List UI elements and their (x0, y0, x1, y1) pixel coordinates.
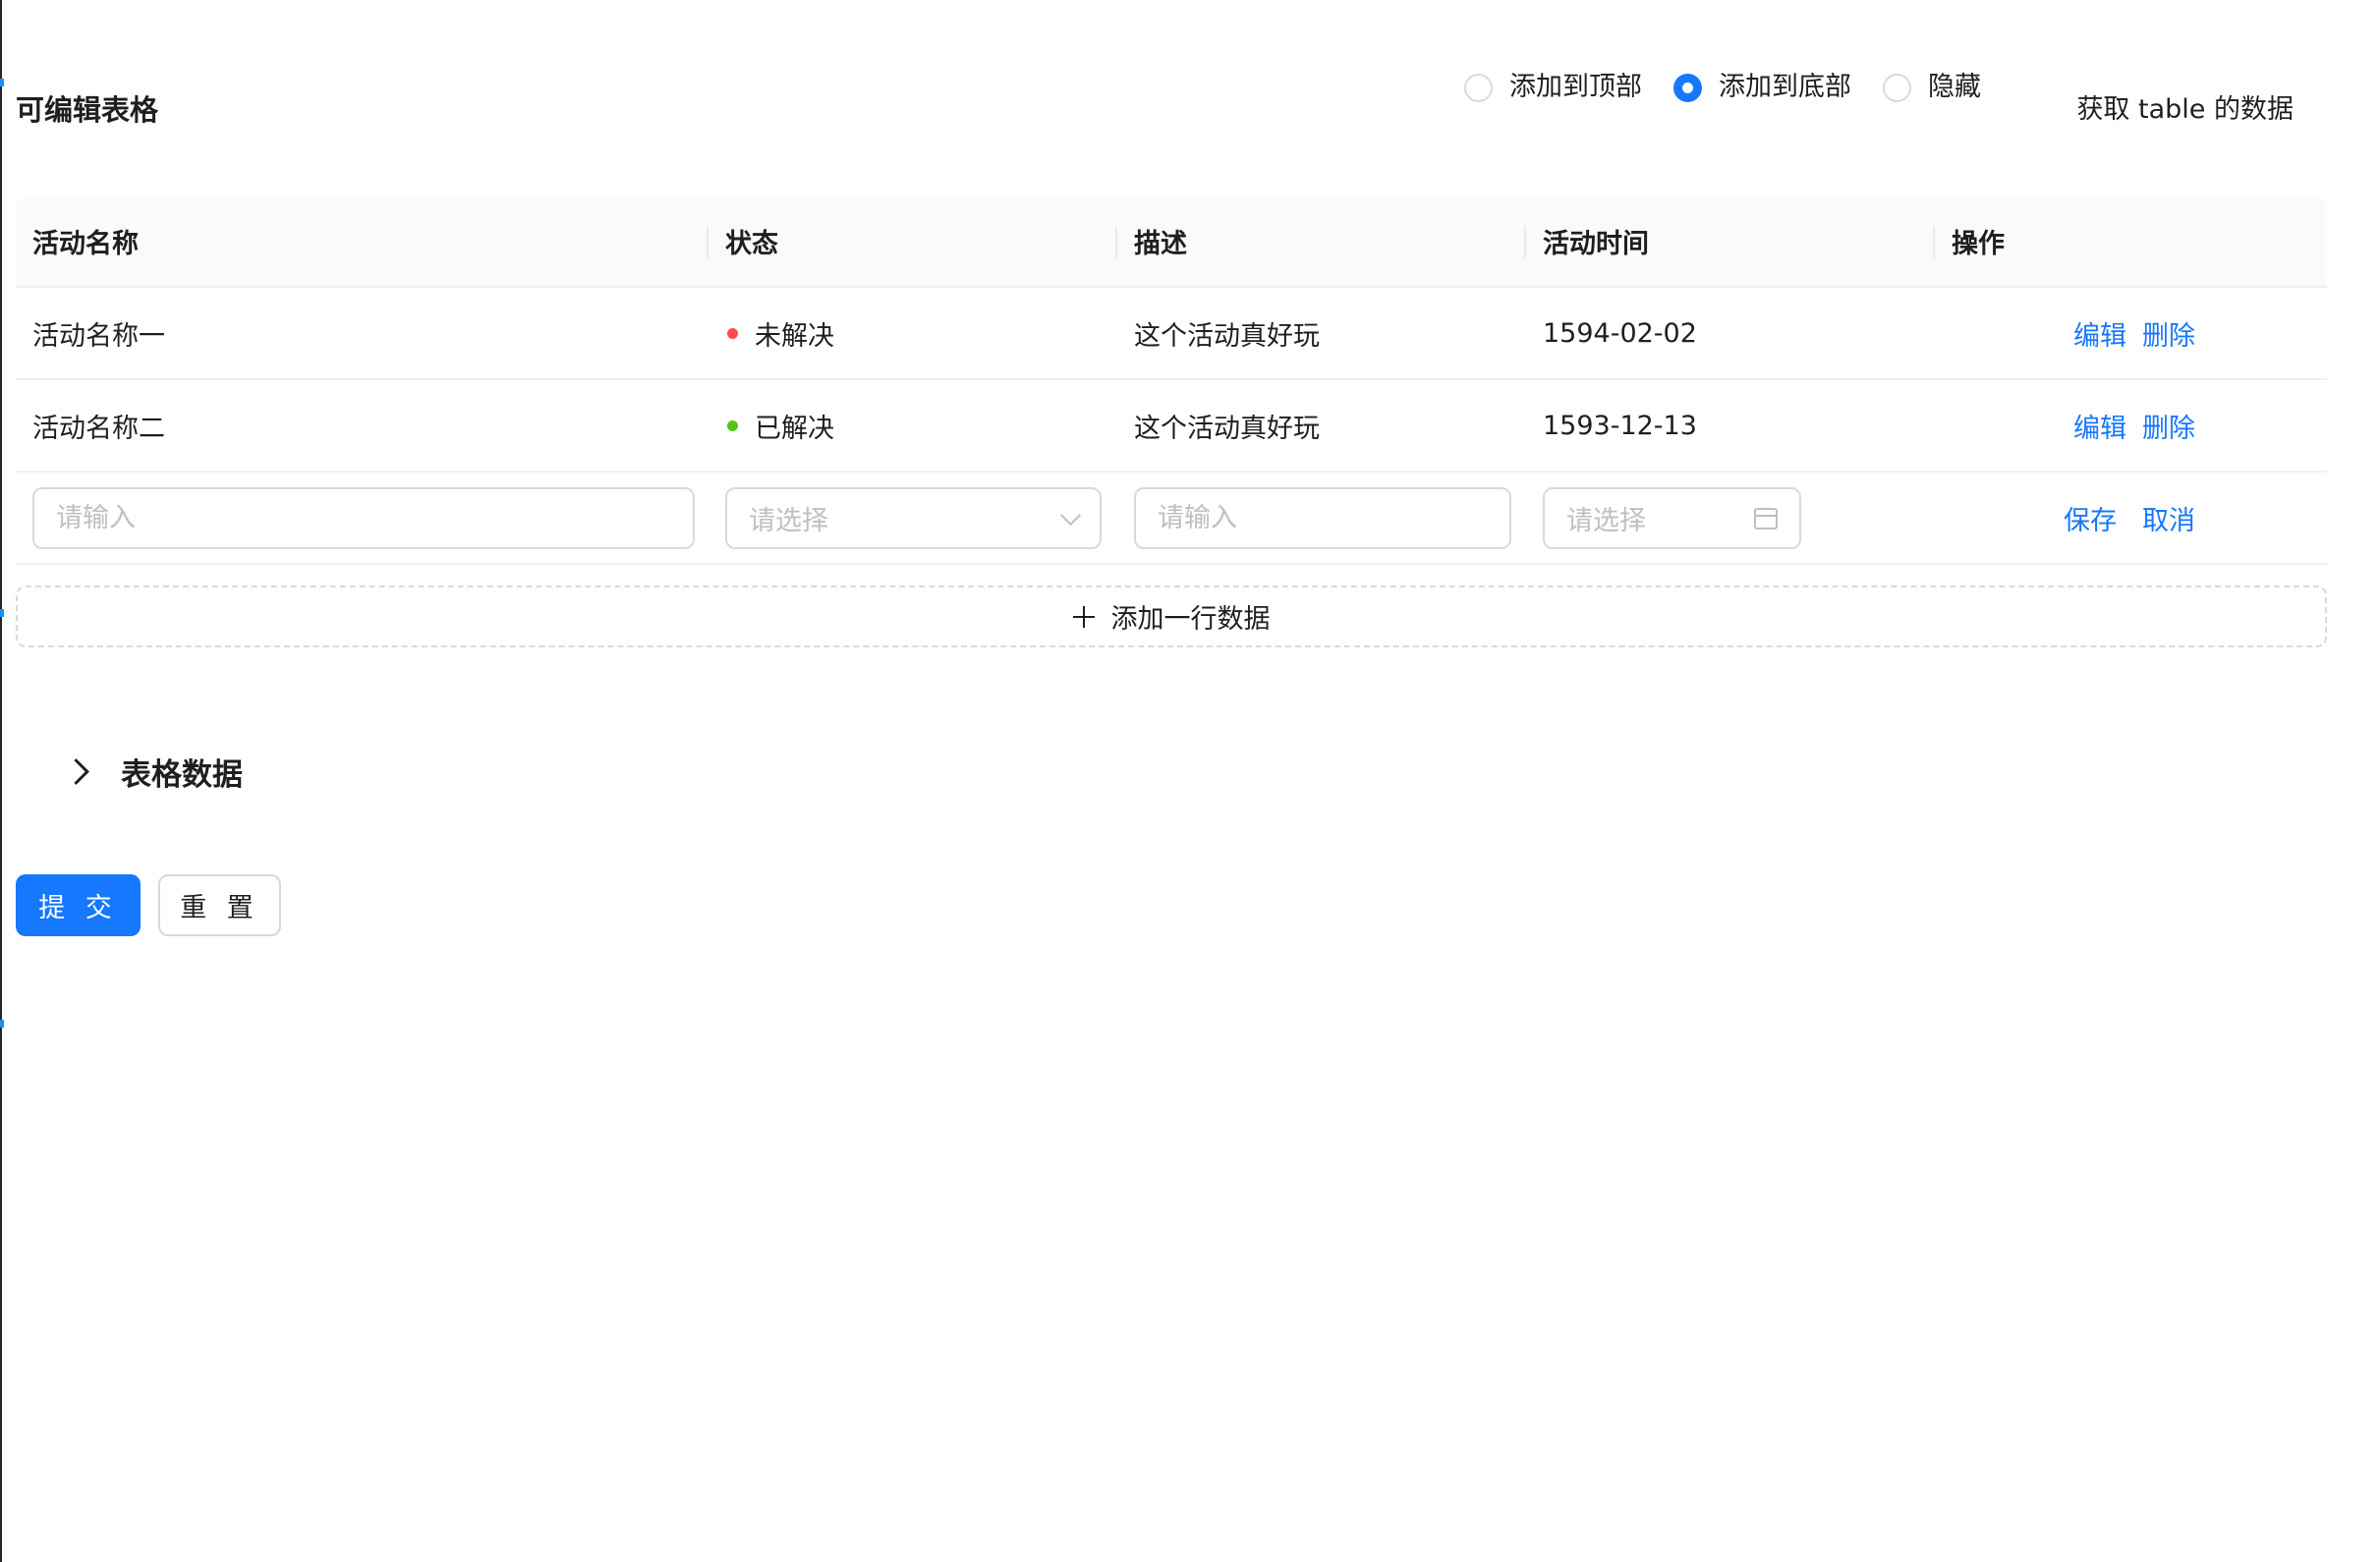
column-header-description: 描述 (1117, 196, 1526, 286)
radio-hide[interactable]: 隐藏 (1883, 65, 1981, 110)
date-placeholder: 请选择 (1566, 505, 1646, 536)
window-edge (0, 0, 2, 1562)
select-placeholder: 请选择 (749, 505, 828, 536)
chevron-down-icon (1059, 504, 1082, 527)
table-data-collapse-header[interactable]: 表格数据 (63, 747, 243, 796)
status-dot-icon (727, 327, 738, 339)
status-text: 已解决 (755, 413, 834, 444)
column-header-name: 活动名称 (16, 196, 708, 286)
collapse-title: 表格数据 (121, 756, 243, 793)
name-input[interactable] (32, 486, 695, 549)
submit-button[interactable]: 提 交 (16, 874, 141, 936)
delete-link[interactable]: 删除 (2142, 314, 2195, 353)
column-header-status: 状态 (708, 196, 1117, 286)
edge-marker (0, 79, 4, 86)
radio-add-to-bottom[interactable]: 添加到底部 (1673, 65, 1851, 110)
save-link[interactable]: 保存 (2064, 499, 2117, 537)
radio-label: 添加到顶部 (1509, 72, 1642, 102)
editing-row: 请选择 请选择 保存 取消 (16, 473, 2327, 565)
cell-description: 这个活动真好玩 (1134, 413, 1320, 444)
edge-marker (0, 609, 4, 617)
page-title: 可编辑表格 (16, 93, 159, 127)
status-select[interactable]: 请选择 (725, 486, 1102, 549)
cell-name: 活动名称二 (32, 413, 165, 444)
cancel-link[interactable]: 取消 (2142, 499, 2195, 537)
edge-marker (0, 1020, 4, 1028)
cell-status: 未解决 (708, 288, 1117, 378)
radio-label: 隐藏 (1928, 72, 1981, 102)
radio-button-icon[interactable] (1464, 73, 1493, 102)
get-table-data-button[interactable]: 获取 table 的数据 (2076, 87, 2294, 133)
add-row-label: 添加一行数据 (1110, 604, 1271, 635)
table-header: 活动名称 状态 描述 活动时间 操作 (16, 196, 2327, 288)
edit-link[interactable]: 编辑 (2073, 314, 2126, 353)
status-dot-icon (727, 419, 738, 431)
description-input[interactable] (1134, 486, 1511, 549)
position-radio-group: 添加到顶部 添加到底部 隐藏 (1464, 65, 2012, 110)
delete-link[interactable]: 删除 (2142, 407, 2195, 445)
cell-actions: 编辑 删除 (1935, 288, 2327, 378)
reset-button[interactable]: 重 置 (158, 874, 281, 936)
date-picker[interactable]: 请选择 (1543, 486, 1801, 549)
chevron-right-icon[interactable] (63, 757, 89, 785)
cell-date-editor: 请选择 (1526, 473, 1935, 563)
column-header-time: 活动时间 (1526, 196, 1935, 286)
column-header-actions: 操作 (1952, 229, 2005, 259)
edit-link[interactable]: 编辑 (2073, 407, 2126, 445)
plus-icon (1072, 605, 1095, 628)
add-row-button[interactable]: 添加一行数据 (16, 586, 2327, 647)
calendar-icon (1754, 508, 1778, 530)
table-row: 活动名称一 未解决 这个活动真好玩 1594-02-02 编辑 删除 (16, 288, 2327, 380)
radio-button-icon[interactable] (1883, 73, 1911, 102)
cell-description: 这个活动真好玩 (1134, 320, 1320, 352)
cell-name-editor (16, 473, 708, 563)
cell-name: 活动名称一 (32, 320, 165, 352)
cell-status-editor: 请选择 (708, 473, 1117, 563)
table-row: 活动名称二 已解决 这个活动真好玩 1593-12-13 编辑 删除 (16, 380, 2327, 473)
app-root: 可编辑表格 添加到顶部 添加到底部 隐藏 获取 table 的数据 活动名称 状… (0, 0, 2380, 1562)
cell-description-editor (1117, 473, 1526, 563)
cell-date: 1593-12-13 (1543, 410, 1697, 441)
cell-status: 已解决 (708, 380, 1117, 471)
cell-date: 1594-02-02 (1543, 317, 1697, 349)
editable-table: 活动名称 状态 描述 活动时间 操作 活动名称一 未解决 这个活动真好玩 159… (16, 196, 2327, 565)
cell-actions: 保存 取消 (1935, 473, 2327, 563)
cell-actions: 编辑 删除 (1935, 380, 2327, 471)
radio-button-checked-icon[interactable] (1673, 73, 1702, 102)
radio-label: 添加到底部 (1719, 72, 1851, 102)
radio-add-to-top[interactable]: 添加到顶部 (1464, 65, 1642, 110)
status-text: 未解决 (755, 320, 834, 352)
